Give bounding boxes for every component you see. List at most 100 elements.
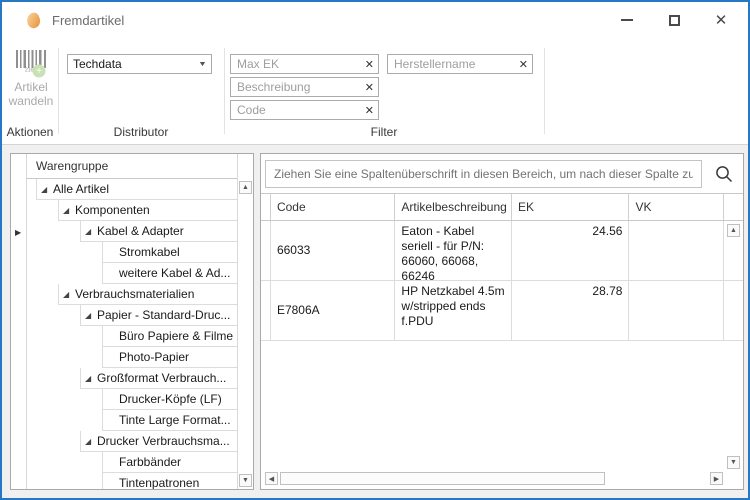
tree-column-header[interactable]: Warengruppe	[27, 154, 237, 179]
expand-icon[interactable]: ◢	[39, 185, 53, 194]
warengruppe-tree: ▶ Warengruppe ◢Alle Artikel ◢Komponenten…	[10, 153, 254, 490]
tree-node-photo-papier[interactable]: Photo-Papier	[27, 347, 237, 368]
app-icon	[25, 11, 42, 29]
tree-node-tintenpatronen[interactable]: Tintenpatronen	[27, 473, 237, 489]
clear-icon[interactable]: ✕	[359, 58, 374, 71]
group-by-box[interactable]: Ziehen Sie eine Spaltenüberschrift in di…	[265, 160, 702, 188]
plus-icon: +	[36, 66, 42, 77]
tree-node-papier-standard[interactable]: ◢Papier - Standard-Druc...	[27, 305, 237, 326]
column-header-artikelbeschreibung[interactable]: Artikelbeschreibung	[395, 194, 512, 220]
main-area: ▶ Warengruppe ◢Alle Artikel ◢Komponenten…	[2, 145, 748, 498]
scroll-left-button[interactable]: ◀	[265, 472, 278, 485]
clear-icon[interactable]: ✕	[359, 104, 374, 117]
grid-header-row: Code Artikelbeschreibung EK VK	[261, 193, 743, 221]
beschreibung-input[interactable]	[237, 80, 359, 94]
tree-node-farbbaender[interactable]: Farbbänder	[27, 452, 237, 473]
tree-node-kabel-adapter[interactable]: ◢Kabel & Adapter	[27, 221, 237, 242]
cell-description: Eaton - Kabel seriell - für P/N: 66060, …	[395, 221, 512, 280]
grid-scroll-header	[724, 194, 743, 220]
scroll-up-button[interactable]: ▲	[239, 181, 252, 194]
clear-icon[interactable]: ✕	[359, 81, 374, 94]
column-header-code[interactable]: Code	[271, 194, 395, 220]
artikel-wandeln-label: Artikel wandeln	[6, 80, 56, 108]
group-separator	[224, 48, 225, 134]
scroll-down-icon: ▼	[730, 459, 737, 466]
table-row[interactable]: 66033 Eaton - Kabel seriell - für P/N: 6…	[261, 221, 743, 281]
group-by-panel[interactable]: Ziehen Sie eine Spaltenüberschrift in di…	[261, 154, 743, 193]
expand-icon[interactable]: ◢	[61, 290, 75, 299]
group-label-distributor: Distributor	[58, 125, 224, 141]
herstellername-input[interactable]	[394, 57, 513, 71]
minimize-icon	[621, 19, 633, 21]
group-separator	[58, 48, 59, 134]
minimize-button[interactable]	[608, 2, 646, 38]
expand-icon[interactable]: ◢	[83, 374, 97, 383]
maximize-icon	[669, 15, 680, 26]
code-field[interactable]: ✕	[230, 100, 379, 120]
horizontal-scrollbar-thumb[interactable]	[280, 472, 605, 485]
tree-vertical-scrollbar[interactable]: ▲ ▼	[237, 154, 253, 489]
group-label-filter: Filter	[224, 125, 544, 141]
cell-vk	[629, 281, 724, 340]
cell-code: E7806A	[271, 281, 395, 340]
clear-icon[interactable]: ✕	[513, 58, 528, 71]
group-separator	[544, 48, 545, 134]
maximize-button[interactable]	[655, 2, 693, 38]
expand-icon[interactable]: ◢	[83, 311, 97, 320]
scroll-right-button[interactable]: ▶	[710, 472, 723, 485]
tree-node-drucker-verbrauchsma[interactable]: ◢Drucker Verbrauchsma...	[27, 431, 237, 452]
group-label-aktionen: Aktionen	[2, 125, 58, 141]
group-by-hint: Ziehen Sie eine Spaltenüberschrift in di…	[274, 167, 693, 181]
cell-code: 66033	[271, 221, 395, 280]
search-button[interactable]	[713, 163, 735, 185]
tree-node-stromkabel[interactable]: Stromkabel	[27, 242, 237, 263]
scroll-down-icon: ▼	[242, 477, 249, 484]
table-row[interactable]: E7806A HP Netzkabel 4.5m w/stripped ends…	[261, 281, 743, 341]
distributor-value: Techdata	[73, 57, 199, 71]
max-ek-field[interactable]: ✕	[230, 54, 379, 74]
scroll-right-icon: ▶	[714, 475, 719, 483]
tree-node-buero-papiere[interactable]: Büro Papiere & Filme	[27, 326, 237, 347]
column-header-ek[interactable]: EK	[512, 194, 630, 220]
tree-node-komponenten[interactable]: ◢Komponenten	[27, 200, 237, 221]
grid-scroll-down-button[interactable]: ▼	[727, 456, 740, 469]
tree-node-verbrauchsmaterialien[interactable]: ◢Verbrauchsmaterialien	[27, 284, 237, 305]
chevron-down-icon: ▼	[198, 61, 207, 68]
expand-icon[interactable]: ◢	[83, 227, 97, 236]
close-icon: ✕	[715, 13, 728, 28]
tree-rows: ◢Alle Artikel ◢Komponenten ◢Kabel & Adap…	[27, 179, 237, 489]
scroll-up-icon: ▲	[242, 184, 249, 191]
grid-rows: 66033 Eaton - Kabel seriell - für P/N: 6…	[261, 221, 743, 341]
grid-horizontal-scrollbar[interactable]: ◀ ▶	[265, 471, 723, 487]
cell-vk	[629, 221, 724, 280]
expand-icon[interactable]: ◢	[83, 437, 97, 446]
fremdartikel-window: Fremdartikel ✕ 21685	[0, 0, 750, 500]
herstellername-field[interactable]: ✕	[387, 54, 533, 74]
window-title: Fremdartikel	[52, 13, 124, 28]
cell-ek: 28.78	[512, 281, 630, 340]
close-button[interactable]: ✕	[702, 2, 740, 38]
tree-node-alle-artikel[interactable]: ◢Alle Artikel	[27, 179, 237, 200]
search-icon	[714, 164, 734, 184]
tree-node-weitere-kabel[interactable]: weitere Kabel & Ad...	[27, 263, 237, 284]
artikel-wandeln-button[interactable]: 21685 + Artikel wandeln	[6, 46, 56, 124]
max-ek-input[interactable]	[237, 57, 359, 71]
distributor-combobox[interactable]: Techdata ▼	[67, 54, 212, 74]
scroll-down-button[interactable]: ▼	[239, 474, 252, 487]
column-header-vk[interactable]: VK	[629, 194, 724, 220]
scroll-left-icon: ◀	[269, 475, 274, 483]
code-input[interactable]	[237, 103, 359, 117]
tree-node-grossformat[interactable]: ◢Großformat Verbrauch...	[27, 368, 237, 389]
tree-node-drucker-koepfe[interactable]: Drucker-Köpfe (LF)	[27, 389, 237, 410]
cell-ek: 24.56	[512, 221, 630, 280]
scroll-up-icon: ▲	[730, 227, 737, 234]
grid-scroll-up-button[interactable]: ▲	[727, 224, 740, 237]
cell-description: HP Netzkabel 4.5m w/stripped ends f.PDU	[395, 281, 512, 340]
beschreibung-field[interactable]: ✕	[230, 77, 379, 97]
tree-row-indicator-column: ▶	[11, 154, 27, 489]
ribbon: 21685 + Artikel wandeln Techdata ▼ ✕ ✕ ✕	[2, 38, 748, 145]
titlebar: Fremdartikel ✕	[2, 2, 748, 38]
artikel-grid: Ziehen Sie eine Spaltenüberschrift in di…	[260, 153, 744, 490]
expand-icon[interactable]: ◢	[61, 206, 75, 215]
tree-node-tinte-large-format[interactable]: Tinte Large Format...	[27, 410, 237, 431]
